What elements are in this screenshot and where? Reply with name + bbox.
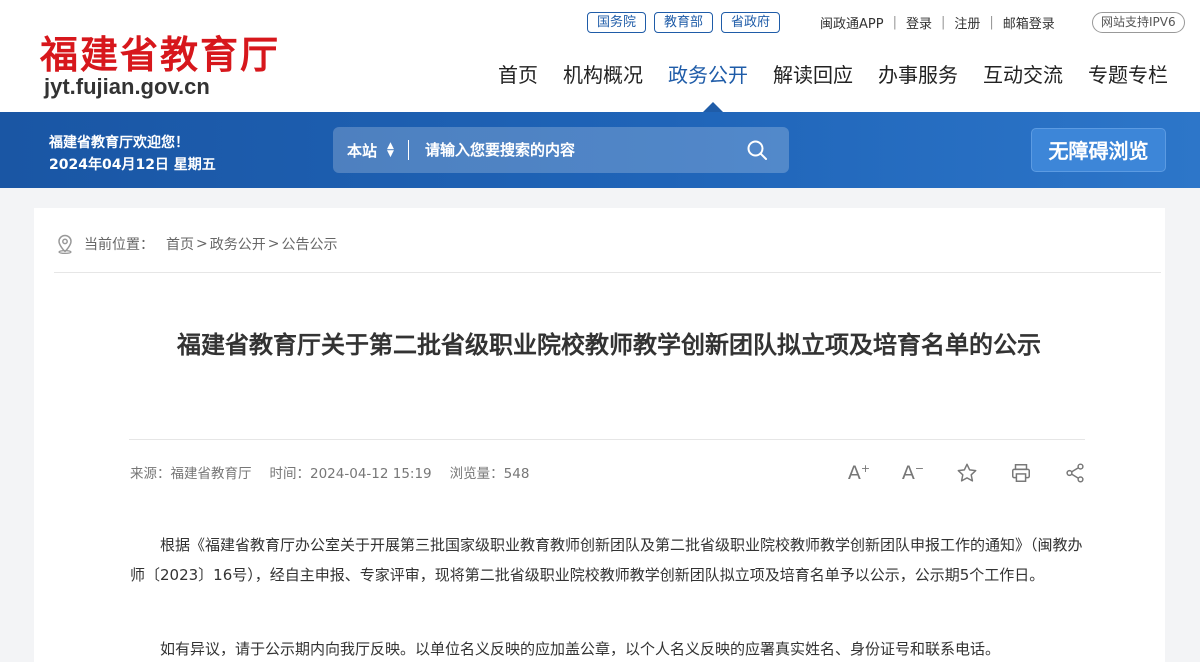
- search-box: 本站 ▲ ▼: [333, 127, 789, 173]
- search-icon[interactable]: [737, 130, 777, 170]
- article-time: 时间：2024-04-12 15:19: [269, 466, 432, 482]
- nav-topics[interactable]: 专题专栏: [1088, 60, 1168, 90]
- nav-interaction[interactable]: 互动交流: [983, 60, 1063, 90]
- search-scope-select[interactable]: 本站 ▲ ▼: [347, 140, 394, 161]
- breadcrumb-public-affairs[interactable]: 政务公开: [210, 234, 266, 254]
- gov-link-ministry[interactable]: 教育部: [654, 12, 714, 33]
- print-icon[interactable]: [1007, 459, 1035, 487]
- separator: |: [940, 15, 946, 30]
- current-date: 2024年04月12日 星期五: [49, 157, 216, 173]
- divider: [129, 439, 1085, 440]
- welcome-block: 福建省教育厅欢迎您！ 2024年04月12日 星期五: [49, 132, 216, 176]
- gov-links: 国务院 教育部 省政府: [587, 12, 781, 33]
- article-title: 福建省教育厅关于第二批省级职业院校教师教学创新团队拟立项及培育名单的公示: [177, 331, 1041, 359]
- article-views: 浏览量：548: [449, 466, 530, 482]
- divider: [54, 272, 1161, 273]
- article-meta: 来源：福建省教育厅 时间：2024-04-12 15:19 浏览量：548: [130, 462, 529, 482]
- register-link[interactable]: 注册: [954, 13, 980, 32]
- font-increase-button[interactable]: A +: [845, 459, 873, 487]
- article-source: 来源：福建省教育厅: [130, 466, 252, 482]
- site-logo-cn[interactable]: 福建省教育厅: [40, 24, 280, 79]
- nav-about[interactable]: 机构概况: [563, 60, 643, 90]
- search-divider: [407, 140, 409, 160]
- separator: |: [892, 15, 897, 30]
- plus-icon: +: [860, 461, 871, 475]
- breadcrumb-label: 当前位置：: [84, 237, 154, 253]
- font-increase-label: A: [847, 462, 861, 484]
- active-nav-indicator: [703, 102, 723, 112]
- article-tools: A + A −: [845, 459, 1089, 487]
- gov-link-state-council[interactable]: 国务院: [587, 12, 647, 33]
- nav-interpretation[interactable]: 解读回应: [773, 60, 853, 90]
- font-decrease-button[interactable]: A −: [899, 459, 927, 487]
- breadcrumb-separator: >: [196, 236, 208, 252]
- search-input[interactable]: [424, 141, 737, 159]
- favorite-star-icon[interactable]: [953, 459, 981, 487]
- login-link[interactable]: 登录: [906, 13, 932, 32]
- breadcrumb: 当前位置： 首页 > 政务公开 > 公告公示: [56, 234, 337, 254]
- breadcrumb-announcements[interactable]: 公告公示: [281, 234, 337, 254]
- gov-link-province[interactable]: 省政府: [721, 12, 781, 33]
- nav-home[interactable]: 首页: [498, 60, 538, 90]
- minus-icon: −: [914, 461, 925, 475]
- accessibility-button[interactable]: 无障碍浏览: [1031, 128, 1166, 172]
- separator: |: [989, 15, 994, 30]
- location-pin-icon: [56, 234, 74, 254]
- main-nav: 首页 机构概况 政务公开 解读回应 办事服务 互动交流 专题专栏: [498, 60, 1193, 90]
- nav-services[interactable]: 办事服务: [878, 60, 958, 90]
- mail-login-link[interactable]: 邮箱登录: [1003, 13, 1055, 32]
- font-decrease-label: A: [901, 462, 915, 484]
- nav-public-affairs[interactable]: 政务公开: [668, 60, 748, 90]
- app-link[interactable]: 闽政通APP: [820, 13, 884, 32]
- article-card: 当前位置： 首页 > 政务公开 > 公告公示 福建省教育厅关于第二批省级职业院校…: [34, 208, 1165, 662]
- share-icon[interactable]: [1061, 459, 1089, 487]
- ipv6-badge: 网站支持IPV6: [1092, 12, 1185, 33]
- top-links: 闽政通APP | 登录 | 注册 | 邮箱登录: [820, 13, 1055, 32]
- site-header: 福建省教育厅 jyt.fujian.gov.cn 国务院 教育部 省政府 闽政通…: [0, 0, 1200, 112]
- search-scope-label: 本站: [347, 141, 378, 160]
- search-bar-section: 福建省教育厅欢迎您！ 2024年04月12日 星期五 本站 ▲▼ 无障碍浏览: [0, 112, 1200, 188]
- updown-arrow-icon: ▲ ▼: [387, 141, 394, 159]
- site-logo-domain[interactable]: jyt.fujian.gov.cn: [44, 74, 210, 100]
- article-paragraph: 如有异议，请于公示期内向我厅反映。以单位名义反映的应加盖公章，以个人名义反映的应…: [160, 640, 1001, 658]
- article-paragraph: 根据《福建省教育厅办公室关于开展第三批国家级职业教育教师创新团队及第二批省级职业…: [130, 536, 1083, 584]
- welcome-text: 福建省教育厅欢迎您！: [49, 135, 189, 151]
- breadcrumb-home[interactable]: 首页: [166, 234, 194, 254]
- breadcrumb-separator: >: [267, 236, 280, 252]
